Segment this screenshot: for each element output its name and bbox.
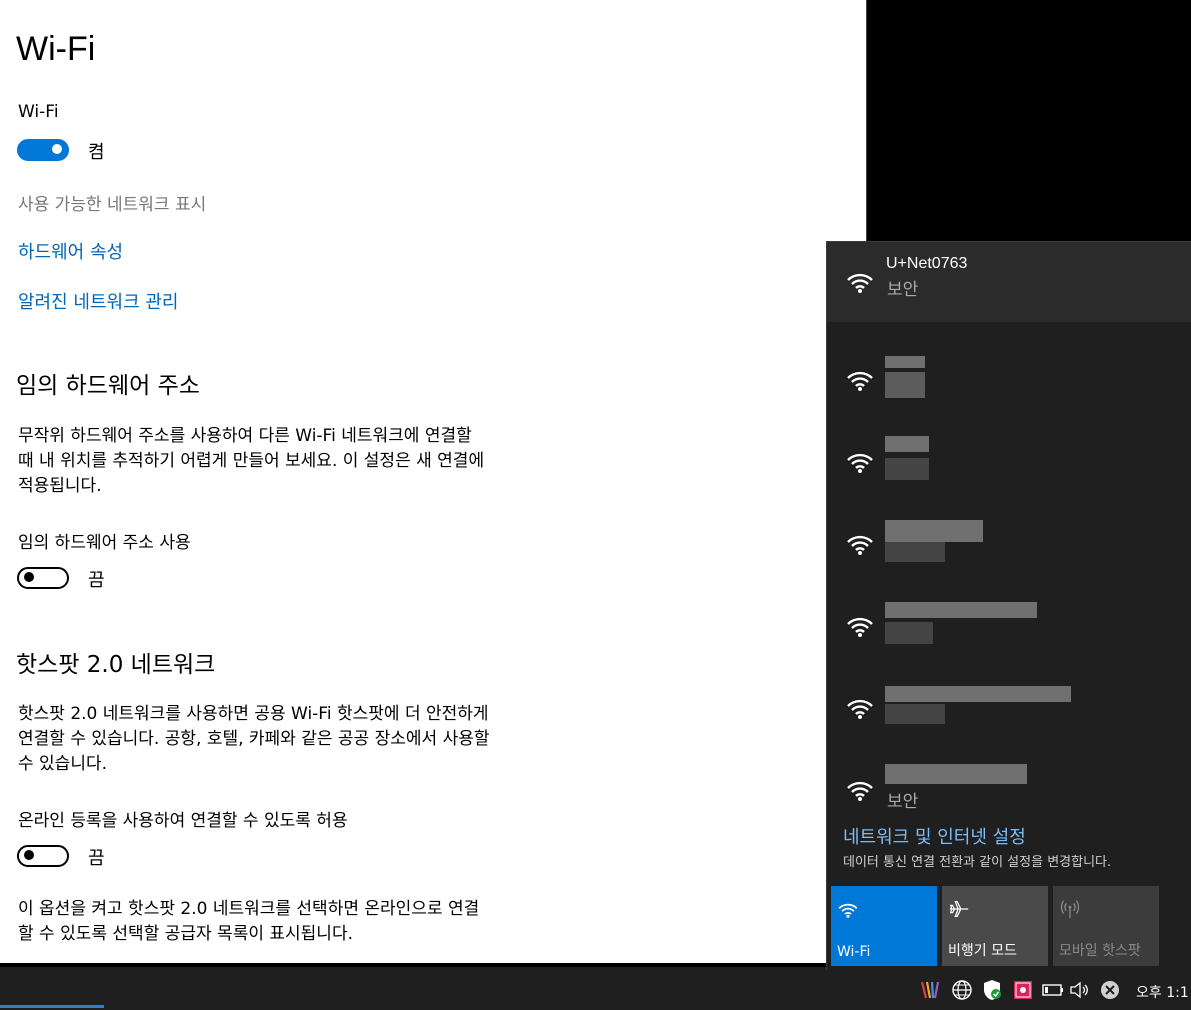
hotspot-icon — [1060, 900, 1080, 919]
show-available-networks-link[interactable]: 사용 가능한 네트워크 표시 — [18, 190, 206, 215]
hotspot-description: 핫스팟 2.0 네트워크를 사용하면 공용 Wi-Fi 핫스팟에 더 안전하게 … — [18, 702, 593, 777]
network-flyout: U+Net0763 보안 보안 네트워크 및 인터넷 설정 데이터 통신 연결 … — [826, 241, 1191, 970]
random-hw-heading: 임의 하드웨어 주소 — [16, 373, 200, 399]
network-item[interactable] — [827, 340, 1191, 420]
wifi-label: Wi-Fi — [18, 102, 59, 122]
network-internet-settings-link[interactable]: 네트워크 및 인터넷 설정 — [843, 823, 1026, 849]
toggle-knob — [52, 144, 62, 154]
network-item[interactable]: U+Net0763 보안 — [827, 242, 1191, 322]
manage-known-networks-link[interactable]: 알려진 네트워크 관리 — [18, 288, 178, 314]
random-hw-description: 무작위 하드웨어 주소를 사용하여 다른 Wi-Fi 네트워크에 연결할 때 내… — [18, 424, 593, 499]
random-hw-desc-line: 적용됩니다. — [18, 476, 102, 496]
hotspot-desc-line: 수 있습니다. — [18, 754, 108, 774]
toggle-knob — [24, 850, 34, 860]
toggle-knob — [24, 572, 34, 582]
obscured-ssid — [885, 356, 925, 368]
random-hw-toggle-label: 임의 하드웨어 주소 사용 — [18, 533, 191, 553]
network-settings-description: 데이터 통신 연결 전환과 같이 설정을 변경합니다. — [843, 855, 1112, 870]
wifi-signal-icon — [847, 371, 873, 391]
obscured-ssid — [885, 602, 1037, 618]
wifi-signal-icon — [847, 535, 873, 555]
app-icon[interactable] — [1011, 978, 1035, 1002]
obscured-ssid — [885, 686, 1071, 702]
wifi-signal-icon — [847, 699, 873, 719]
wifi-toggle[interactable] — [17, 139, 69, 161]
quick-action-label: 비행기 모드 — [948, 943, 1017, 959]
obscured-ssid — [885, 372, 925, 398]
random-hw-desc-line: 무작위 하드웨어 주소를 사용하여 다른 Wi-Fi 네트워크에 연결할 — [18, 426, 472, 446]
pen-app-icon[interactable] — [918, 978, 942, 1002]
obscured-ssid — [885, 704, 945, 724]
quick-action-label: Wi-Fi — [837, 944, 871, 960]
hotspot-desc-line: 핫스팟 2.0 네트워크를 사용하면 공용 Wi-Fi 핫스팟에 더 안전하게 — [18, 704, 489, 724]
obscured-ssid — [885, 542, 945, 562]
random-hw-toggle-state: 끔 — [88, 570, 105, 591]
obscured-ssid — [885, 458, 929, 480]
network-security: 보안 — [887, 792, 919, 812]
airplane-icon — [949, 901, 969, 917]
taskbar-clock[interactable]: 오후 1:1 — [1136, 982, 1189, 1002]
hotspot-footer-line: 할 수 있도록 선택할 공급자 목록이 표시됩니다. — [18, 924, 353, 944]
network-item[interactable] — [827, 586, 1191, 666]
settings-window: Wi-Fi Wi-Fi 켬 사용 가능한 네트워크 표시 하드웨어 속성 알려진… — [0, 0, 867, 963]
hotspot-footer: 이 옵션을 켜고 핫스팟 2.0 네트워크를 선택하면 온라인으로 연결 할 수… — [18, 897, 593, 947]
taskbar-progress-indicator — [0, 1005, 104, 1008]
network-item[interactable]: 보안 — [827, 750, 1191, 830]
battery-icon[interactable] — [1041, 978, 1065, 1002]
quick-action-label: 모바일 핫스팟 — [1059, 943, 1141, 959]
random-hw-desc-line: 때 내 위치를 추적하기 어렵게 만들어 보세요. 이 설정은 새 연결에 — [18, 451, 485, 471]
globe-icon[interactable] — [950, 978, 974, 1002]
close-circle-icon[interactable] — [1098, 978, 1122, 1002]
online-signup-toggle-state: 끔 — [88, 848, 105, 869]
wifi-quick-action[interactable]: Wi-Fi — [831, 886, 937, 966]
online-signup-toggle-label: 온라인 등록을 사용하여 연결할 수 있도록 허용 — [18, 811, 348, 831]
wifi-signal-icon — [847, 617, 873, 637]
wifi-signal-icon — [847, 453, 873, 473]
obscured-ssid — [885, 764, 1027, 784]
wifi-toggle-state: 켬 — [88, 142, 105, 163]
network-item[interactable] — [827, 668, 1191, 748]
obscured-ssid — [885, 622, 933, 644]
network-item[interactable] — [827, 504, 1191, 584]
mobile-hotspot-quick-action[interactable]: 모바일 핫스팟 — [1053, 886, 1159, 966]
volume-icon[interactable] — [1068, 978, 1092, 1002]
obscured-ssid — [885, 520, 983, 542]
hotspot-desc-line: 연결할 수 있습니다. 공항, 호텔, 카페와 같은 공공 장소에서 사용할 — [18, 729, 490, 749]
network-security: 보안 — [887, 280, 919, 300]
obscured-ssid — [885, 436, 929, 452]
airplane-mode-quick-action[interactable]: 비행기 모드 — [942, 886, 1048, 966]
online-signup-toggle[interactable] — [17, 845, 69, 867]
wifi-signal-icon — [847, 781, 873, 801]
hardware-properties-link[interactable]: 하드웨어 속성 — [18, 238, 123, 264]
network-item[interactable] — [827, 422, 1191, 502]
page-title: Wi-Fi — [16, 30, 96, 68]
hotspot-footer-line: 이 옵션을 켜고 핫스팟 2.0 네트워크를 선택하면 온라인으로 연결 — [18, 899, 480, 919]
wifi-icon — [838, 903, 858, 918]
random-hw-toggle[interactable] — [17, 567, 69, 589]
network-ssid: U+Net0763 — [886, 255, 968, 272]
shield-icon[interactable] — [980, 978, 1004, 1002]
hotspot-heading: 핫스팟 2.0 네트워크 — [16, 652, 216, 678]
wifi-signal-icon — [847, 273, 873, 293]
